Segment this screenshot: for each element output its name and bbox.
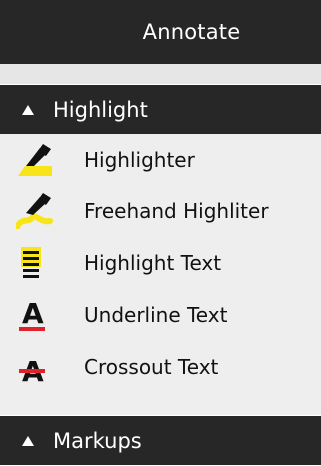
svg-text:A: A (22, 297, 44, 330)
expand-triangle-icon (22, 104, 34, 115)
section-label-markups: Markups (53, 428, 142, 453)
section-label-highlight: Highlight (53, 97, 148, 122)
highlighter-icon (18, 144, 52, 176)
section-header-markups[interactable]: Markups (0, 416, 321, 465)
panel-title: Annotate (142, 20, 241, 44)
underline-text-icon: A (19, 297, 45, 331)
freehand-highlighter-icon (16, 193, 53, 229)
highlight-tool-list: Highlighter Freehand Highliter Highlight… (0, 134, 321, 415)
annotate-panel: Annotate Highlight Highlighter Freehand … (0, 0, 321, 466)
expand-triangle-icon (22, 435, 34, 446)
highlight-text-icon (21, 247, 41, 278)
tool-label: Highlighter (84, 147, 195, 172)
tool-label: Crossout Text (84, 354, 219, 379)
tool-label: Underline Text (84, 302, 228, 327)
divider (0, 64, 321, 84)
tool-underline-text[interactable]: A Underline Text (0, 289, 321, 340)
tool-highlighter[interactable]: Highlighter (0, 134, 321, 185)
tool-highlight-text[interactable]: Highlight Text (0, 237, 321, 288)
tool-crossout-text[interactable]: A Crossout Text (0, 341, 321, 392)
crossout-text-icon: A (19, 355, 45, 385)
panel-title-bar: Annotate (0, 0, 321, 64)
tool-label: Freehand Highliter (84, 198, 269, 223)
tool-freehand-highlighter[interactable]: Freehand Highliter (0, 185, 321, 236)
tool-label: Highlight Text (84, 250, 222, 275)
section-header-highlight[interactable]: Highlight (0, 85, 321, 134)
